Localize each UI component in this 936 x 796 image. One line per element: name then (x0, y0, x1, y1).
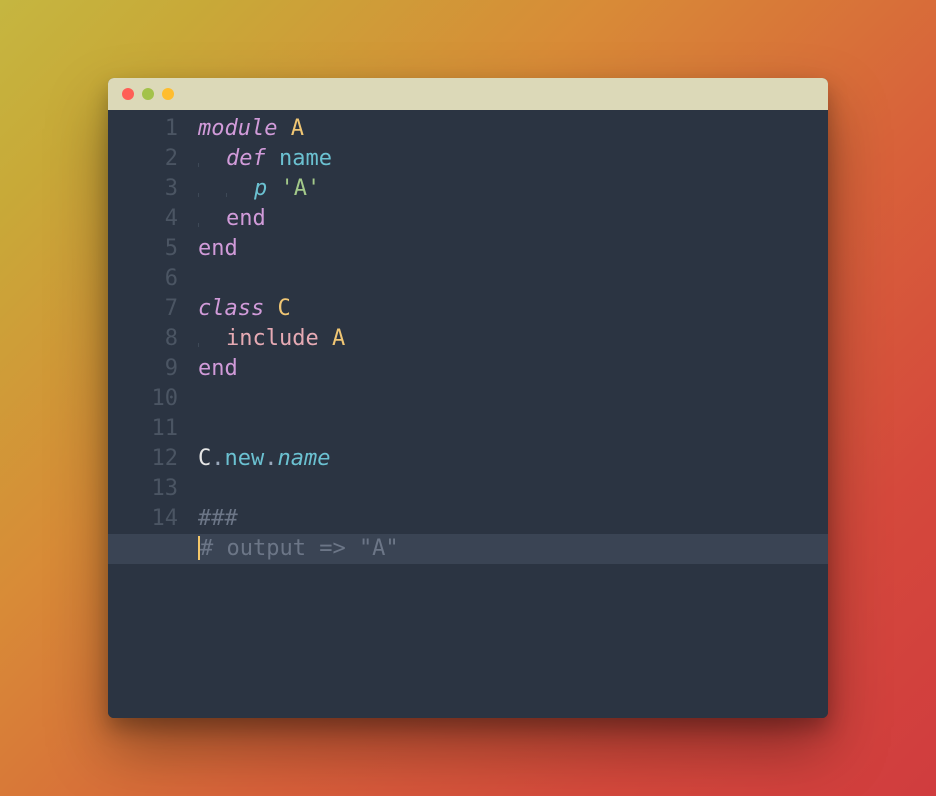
line-number: 5 (108, 234, 178, 264)
code-line[interactable]: include A (198, 324, 828, 354)
line-number: 10 (108, 384, 178, 414)
zoom-icon[interactable] (162, 88, 174, 100)
line-number: 11 (108, 414, 178, 444)
module-ref: A (332, 326, 345, 351)
code-line[interactable] (198, 414, 828, 444)
keyword: end (226, 206, 266, 231)
method-call: p (254, 176, 267, 201)
code-line[interactable]: end (198, 234, 828, 264)
line-gutter: 1 2 3 4 5 6 7 8 9 10 11 12 13 14 15 (108, 114, 198, 718)
keyword: def (226, 146, 266, 171)
keyword: module (198, 116, 277, 141)
code-line[interactable]: end (198, 204, 828, 234)
line-number: 12 (108, 444, 178, 474)
editor-window: 1 2 3 4 5 6 7 8 9 10 11 12 13 14 15 modu… (108, 78, 828, 718)
code-line[interactable] (198, 384, 828, 414)
close-icon[interactable] (122, 88, 134, 100)
code-line[interactable]: class C (198, 294, 828, 324)
code-area[interactable]: module A def name p 'A' end end class C … (198, 114, 828, 718)
method-call: name (278, 446, 331, 471)
keyword: end (198, 356, 238, 381)
code-line[interactable] (198, 474, 828, 504)
string-literal: 'A' (281, 176, 321, 201)
line-number: 4 (108, 204, 178, 234)
line-number: 8 (108, 324, 178, 354)
line-number: 1 (108, 114, 178, 144)
code-editor[interactable]: 1 2 3 4 5 6 7 8 9 10 11 12 13 14 15 modu… (108, 110, 828, 718)
keyword: class (198, 296, 264, 321)
line-number: 13 (108, 474, 178, 504)
line-number: 2 (108, 144, 178, 174)
line-number: 3 (108, 174, 178, 204)
cursor-icon (198, 536, 200, 560)
line-number: 7 (108, 294, 178, 324)
line-number: 14 (108, 504, 178, 534)
code-line[interactable]: # output => "A" (198, 534, 828, 564)
titlebar (108, 78, 828, 110)
punct: . (211, 446, 224, 471)
code-line[interactable]: end (198, 354, 828, 384)
method-name: name (279, 146, 332, 171)
code-line[interactable] (198, 264, 828, 294)
identifier: C (198, 446, 211, 471)
line-number: 9 (108, 354, 178, 384)
method-call: new (225, 446, 265, 471)
keyword: end (198, 236, 238, 261)
code-line[interactable]: def name (198, 144, 828, 174)
code-line[interactable]: p 'A' (198, 174, 828, 204)
keyword: include (226, 326, 319, 351)
class-name: C (277, 296, 290, 321)
comment: # output => "A" (200, 536, 399, 561)
code-line[interactable]: ### (198, 504, 828, 534)
code-line[interactable]: C.new.name (198, 444, 828, 474)
punct: . (264, 446, 277, 471)
code-line[interactable]: module A (198, 114, 828, 144)
module-name: A (291, 116, 304, 141)
line-number: 6 (108, 264, 178, 294)
minimize-icon[interactable] (142, 88, 154, 100)
comment: ### (198, 506, 238, 531)
